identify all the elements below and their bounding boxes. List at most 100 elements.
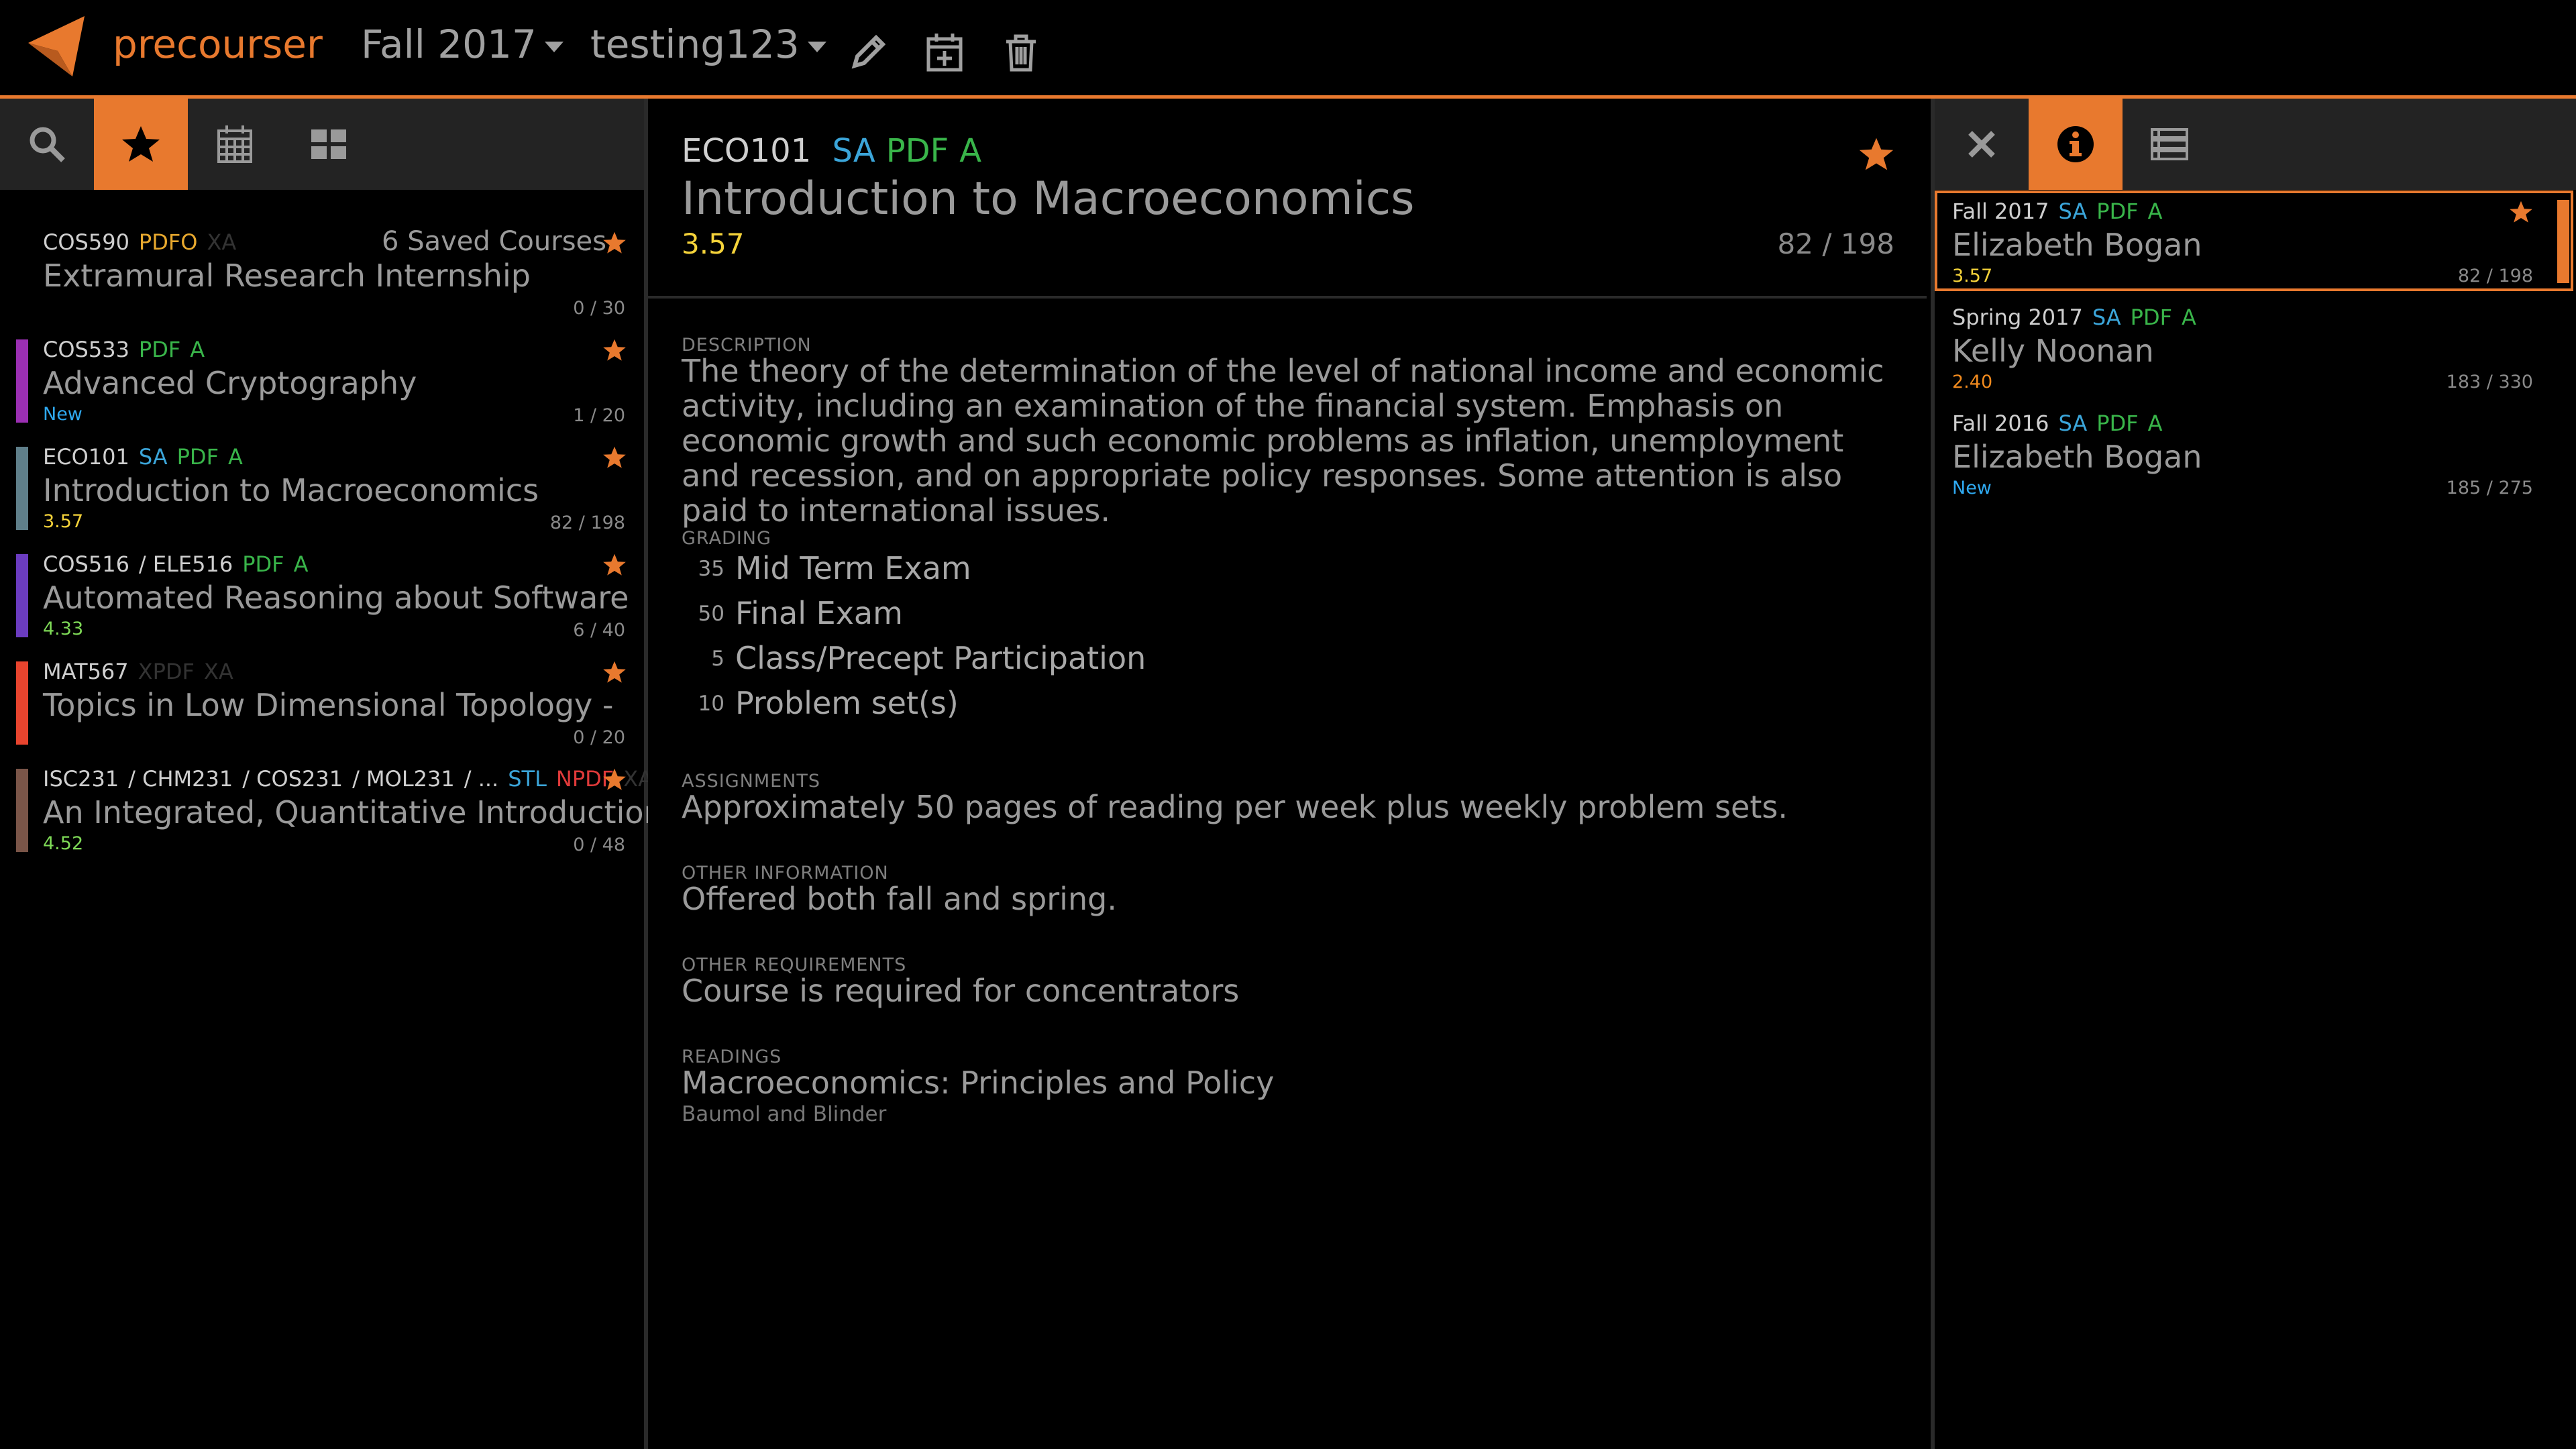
pencil-icon[interactable]: [848, 32, 888, 72]
course-list-item[interactable]: COS590 PDFO XA Extramural Research Internsh…: [0, 223, 644, 327]
instructor-name: Elizabeth Bogan: [1952, 227, 2202, 263]
course-tag: SA: [2058, 199, 2088, 224]
grading-percent: 5: [711, 647, 724, 671]
semester-term: Spring 2017: [1952, 305, 2083, 330]
semester-rating: 3.57: [1952, 266, 1993, 286]
course-code-line: ECO101 SA PDF A: [43, 444, 243, 470]
search-icon: [27, 124, 67, 164]
calendar-plus-icon[interactable]: [924, 32, 965, 72]
course-tag: XA: [207, 229, 237, 255]
course-enrollment: 0 / 48: [573, 835, 625, 855]
left-toolbar: [0, 99, 644, 190]
course-title: Advanced Cryptography: [43, 365, 417, 401]
course-tag: A: [2147, 411, 2163, 436]
semester-list-item[interactable]: Fall 2017 SA PDF A Elizabeth Bogan 3.57 82 / 1…: [1935, 191, 2576, 295]
save-star-button[interactable]: [1858, 136, 1894, 172]
course-tag: PDF: [2130, 305, 2173, 330]
semester-enrollment: 185 / 275: [2446, 478, 2533, 498]
course-color-bar: [16, 447, 28, 530]
course-title: Topics in Low Dimensional Topology -: [43, 687, 614, 723]
star-icon[interactable]: [602, 231, 627, 255]
course-tag: PDF: [242, 551, 284, 577]
star-icon[interactable]: [602, 660, 627, 684]
list-tab[interactable]: [2123, 99, 2216, 190]
star-icon[interactable]: [602, 767, 627, 792]
grading-percent: 35: [698, 557, 724, 581]
course-tag: A: [2147, 199, 2163, 224]
course-list-item[interactable]: ISC231/ CHM231/ COS231/ MOL231/ ... STL NP…: [0, 759, 663, 864]
course-tag: SA: [832, 132, 875, 170]
top-navbar: precourser Fall 2017 testing123: [0, 0, 2576, 99]
right-toolbar: [1935, 99, 2576, 190]
course-color-bar: [16, 661, 28, 745]
course-tag: / CHM231: [128, 766, 233, 792]
course-tag: XA: [203, 659, 233, 684]
course-code-line: ECO101 SA PDF A: [682, 132, 981, 170]
semester-dropdown[interactable]: Fall 2017: [361, 21, 564, 67]
course-tag: PDF: [138, 337, 181, 362]
semester-term: Fall 2016: [1952, 411, 2049, 436]
course-color-bar: [16, 554, 28, 637]
course-list-item[interactable]: MAT567 XPDF XA Topics in Low Dimensional To…: [0, 652, 644, 757]
header-divider: [648, 296, 1927, 299]
star-icon[interactable]: [2509, 200, 2533, 224]
course-tag: PDFO: [138, 229, 198, 255]
course-tag: SA: [2058, 411, 2088, 436]
info-icon: [2055, 124, 2096, 164]
course-tag: / MOL231: [352, 766, 455, 792]
course-tag: PDF: [2096, 411, 2139, 436]
semester-term-line: Fall 2017 SA PDF A: [1952, 199, 2163, 224]
grading-component: Problem set(s): [735, 685, 959, 721]
course-detail-panel: ECO101 SA PDF A Introduction to Macroecono…: [648, 99, 1927, 1449]
star-icon[interactable]: [602, 338, 627, 362]
course-tag: A: [2182, 305, 2196, 330]
grading-component: Mid Term Exam: [735, 550, 971, 586]
grading-component: Final Exam: [735, 595, 903, 631]
grid-view-tab[interactable]: [282, 99, 376, 190]
course-color-bar: [16, 769, 28, 852]
search-button[interactable]: [0, 99, 94, 190]
course-rating: 4.52: [43, 833, 84, 854]
trash-icon[interactable]: [1001, 32, 1041, 72]
course-title: Introduction to Macroeconomics: [43, 472, 539, 508]
schedule-dropdown[interactable]: testing123: [590, 21, 826, 67]
info-tab[interactable]: [2029, 99, 2123, 190]
other-requirements-text: Course is required for concentrators: [682, 973, 1240, 1009]
chevron-down-icon: [807, 41, 826, 52]
course-title: An Integrated, Quantitative Introduction: [43, 794, 663, 830]
star-icon[interactable]: [602, 553, 627, 577]
course-title: Introduction to Macroeconomics: [682, 172, 1415, 225]
course-code-line: COS516 / ELE516 PDF A: [43, 551, 308, 577]
course-color-bar: [16, 339, 28, 423]
close-button[interactable]: [1935, 99, 2029, 190]
brand-name[interactable]: precourser: [113, 21, 323, 67]
reading-title: Macroeconomics: Principles and Policy: [682, 1065, 1275, 1101]
logo-icon[interactable]: [28, 16, 85, 76]
course-tag: A: [190, 337, 205, 362]
course-rating: New: [43, 404, 83, 425]
course-code: COS590: [43, 229, 129, 255]
semester-list-item[interactable]: Spring 2017 SA PDF A Kelly Noonan 2.40 183 / 3…: [1935, 297, 2576, 401]
course-enrollment: 1 / 20: [573, 405, 625, 426]
course-code-line: COS533 PDF A: [43, 337, 205, 362]
semester-list-item[interactable]: Fall 2016 SA PDF A Elizabeth Bogan New 185 / 2…: [1935, 402, 2576, 507]
star-icon: [1858, 136, 1894, 172]
course-list-item[interactable]: COS533 PDF A Advanced Cryptography New 1 / 20: [0, 330, 644, 435]
course-enrollment: 82 / 198: [549, 513, 625, 533]
course-code: COS516: [43, 551, 129, 577]
description-text: The theory of the determination of the l…: [682, 353, 1884, 529]
semester-rating: 2.40: [1952, 372, 1993, 392]
course-tag: STL: [508, 766, 547, 792]
course-code-line: ISC231/ CHM231/ COS231/ MOL231/ ... STL NP…: [43, 766, 653, 792]
other-information-text: Offered both fall and spring.: [682, 881, 1117, 917]
course-tag: SA: [2092, 305, 2121, 330]
saved-courses-tab[interactable]: [94, 99, 188, 190]
star-icon[interactable]: [602, 445, 627, 470]
course-list-item[interactable]: ECO101 SA PDF A Introduction to Macroeconomi…: [0, 437, 644, 542]
course-code: COS533: [43, 337, 129, 362]
course-list-item[interactable]: COS516 / ELE516 PDF A Automated Reasoning ab…: [0, 545, 644, 649]
grading-percent: 10: [698, 692, 724, 716]
grid-icon: [309, 124, 349, 164]
instructor-name: Elizabeth Bogan: [1952, 439, 2202, 475]
calendar-tab[interactable]: [188, 99, 282, 190]
